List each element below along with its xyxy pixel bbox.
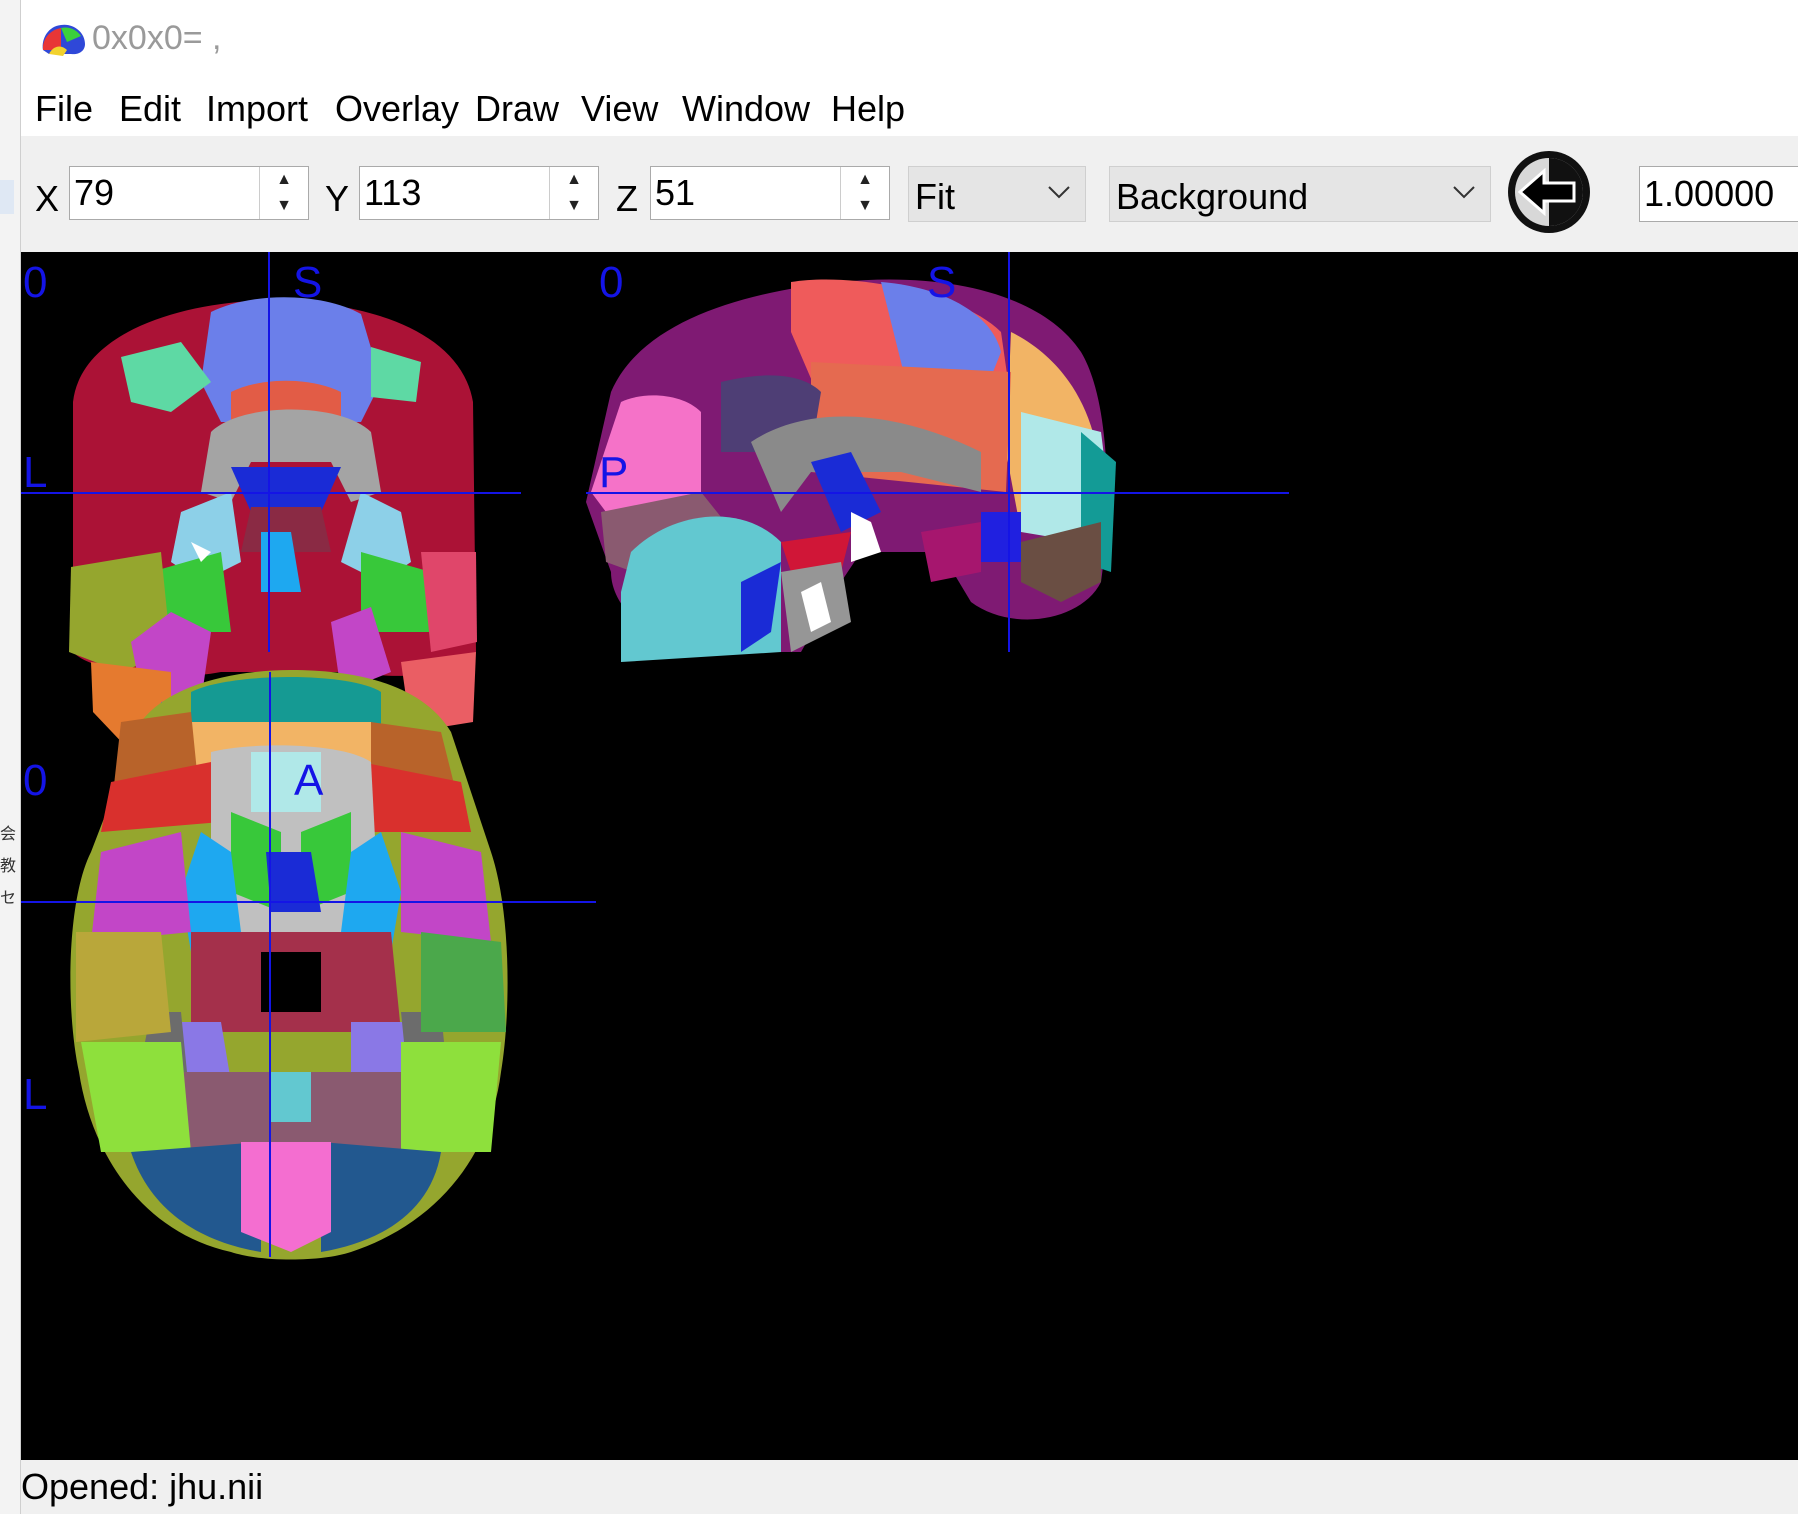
image-viewer[interactable]: 0 S L 0 S P 0 A L bbox=[21, 252, 1798, 1460]
back-arrow-icon[interactable] bbox=[1506, 149, 1592, 235]
toolbar: X ▲ ▼ Y ▲ ▼ Z ▲ ▼ Fit Background bbox=[21, 136, 1798, 252]
background-text-fragment: 教 bbox=[0, 858, 17, 875]
spin-up-icon[interactable]: ▲ bbox=[550, 167, 598, 193]
x-coordinate-input[interactable] bbox=[74, 171, 244, 215]
spin-up-icon[interactable]: ▲ bbox=[260, 167, 308, 193]
z-coordinate-spinner[interactable]: ▲ ▼ bbox=[650, 166, 890, 220]
brain-icon bbox=[42, 24, 85, 56]
window-title: 0x0x0= , bbox=[92, 19, 222, 57]
y-coordinate-label: Y bbox=[325, 178, 350, 219]
colormap-value: Background bbox=[1116, 176, 1309, 217]
zoom-mode-dropdown[interactable]: Fit bbox=[908, 166, 1086, 222]
sagittal-side-label: P bbox=[599, 448, 629, 497]
brain-slices[interactable] bbox=[21, 252, 1798, 1460]
z-spinner-arrows[interactable]: ▲ ▼ bbox=[840, 167, 889, 219]
sagittal-slice[interactable] bbox=[586, 279, 1116, 662]
colormap-dropdown[interactable]: Background bbox=[1109, 166, 1491, 222]
zoom-mode-value: Fit bbox=[915, 176, 955, 217]
chevron-down-icon bbox=[1048, 186, 1070, 199]
menu-file[interactable]: File bbox=[31, 88, 97, 130]
chevron-down-icon bbox=[1453, 186, 1475, 199]
menu-window[interactable]: Window bbox=[678, 88, 814, 130]
menu-draw[interactable]: Draw bbox=[471, 88, 563, 130]
z-coordinate-label: Z bbox=[616, 178, 638, 219]
menu-bar: File Edit Import Overlay Draw View Windo… bbox=[21, 80, 1798, 136]
spin-down-icon[interactable]: ▼ bbox=[550, 193, 598, 219]
spin-down-icon[interactable]: ▼ bbox=[841, 193, 889, 219]
menu-edit[interactable]: Edit bbox=[115, 88, 185, 130]
coronal-corner-label: 0 bbox=[23, 258, 48, 307]
menu-import[interactable]: Import bbox=[202, 88, 312, 130]
status-bar: Opened: jhu.nii bbox=[21, 1460, 1798, 1514]
axial-slice[interactable] bbox=[70, 670, 508, 1260]
z-coordinate-input[interactable] bbox=[655, 171, 825, 215]
background-text-fragment: 会 bbox=[0, 826, 17, 843]
title-bar: 0x0x0= , bbox=[21, 0, 1798, 80]
menu-help[interactable]: Help bbox=[827, 88, 909, 130]
y-coordinate-spinner[interactable]: ▲ ▼ bbox=[359, 166, 599, 220]
coronal-top-label: S bbox=[293, 258, 323, 307]
coronal-side-label: L bbox=[23, 448, 48, 497]
spin-up-icon[interactable]: ▲ bbox=[841, 167, 889, 193]
sagittal-top-label: S bbox=[927, 258, 957, 307]
menu-overlay[interactable]: Overlay bbox=[331, 88, 463, 130]
axial-corner-label: 0 bbox=[23, 756, 48, 805]
background-window-highlight bbox=[0, 180, 14, 214]
y-coordinate-input[interactable] bbox=[364, 171, 534, 215]
background-window-strip: 会 教 セ bbox=[0, 0, 21, 1514]
status-message: Opened: jhu.nii bbox=[21, 1466, 264, 1507]
x-coordinate-label: X bbox=[35, 178, 60, 219]
axial-top-label: A bbox=[294, 756, 324, 805]
opacity-input[interactable] bbox=[1644, 172, 1798, 216]
x-coordinate-spinner[interactable]: ▲ ▼ bbox=[69, 166, 309, 220]
axial-side-label: L bbox=[23, 1070, 48, 1119]
sagittal-corner-label: 0 bbox=[599, 258, 624, 307]
menu-view[interactable]: View bbox=[577, 88, 662, 130]
background-text-fragment: セ bbox=[0, 890, 17, 907]
y-spinner-arrows[interactable]: ▲ ▼ bbox=[549, 167, 598, 219]
spin-down-icon[interactable]: ▼ bbox=[260, 193, 308, 219]
opacity-field[interactable] bbox=[1639, 166, 1798, 222]
x-spinner-arrows[interactable]: ▲ ▼ bbox=[259, 167, 308, 219]
